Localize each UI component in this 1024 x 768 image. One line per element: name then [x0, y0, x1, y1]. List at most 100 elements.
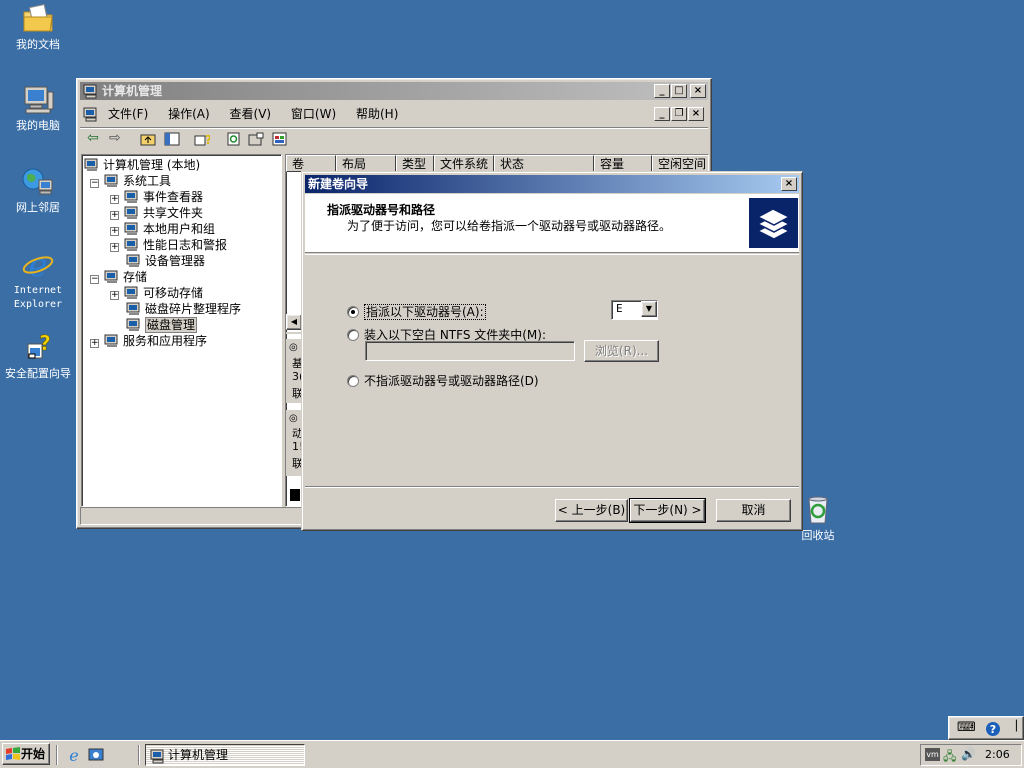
expand-icon[interactable]: + — [110, 243, 119, 252]
help-circle-icon[interactable]: ? — [985, 721, 1001, 737]
tree-item[interactable]: − 系统工具 — [90, 173, 171, 189]
no-letter-option[interactable]: 不指派驱动器号或驱动器路径(D) — [347, 372, 539, 389]
cancel-button[interactable]: 取消 — [716, 499, 791, 522]
wizard-close-button[interactable]: × — [781, 177, 797, 191]
menu-view[interactable]: 查看(V) — [222, 104, 280, 124]
column-header-capacity[interactable]: 容量 — [594, 155, 652, 172]
column-header-layout[interactable]: 布局 — [336, 155, 396, 172]
taskbar-button-label: 计算机管理 — [168, 748, 229, 762]
no-letter-radio[interactable] — [347, 375, 359, 387]
minimize-button[interactable]: _ — [654, 84, 670, 98]
expand-icon[interactable]: + — [110, 291, 119, 300]
up-folder-icon[interactable] — [140, 132, 156, 146]
tree-item[interactable]: 设备管理器 — [110, 253, 205, 269]
next-label: 下一步(N) > — [633, 503, 702, 517]
menu-help[interactable]: 帮助(H) — [348, 104, 406, 124]
column-header-type[interactable]: 类型 — [396, 155, 434, 172]
vmware-icon[interactable]: vm — [925, 748, 940, 761]
close-button[interactable]: × — [690, 84, 706, 98]
child-restore-button[interactable]: ❐ — [671, 107, 687, 121]
quicklaunch-desktop-icon[interactable] — [88, 747, 104, 763]
browse-button[interactable]: 浏览(R)... — [584, 340, 659, 362]
desktop-icon-label: 回收站 — [801, 529, 835, 542]
window-titlebar[interactable]: 计算机管理 _ □ × — [80, 82, 708, 100]
volume-icon[interactable]: 🔊 — [961, 747, 976, 761]
svg-text:e: e — [69, 747, 78, 763]
tree-node-icon — [104, 174, 120, 188]
computer-management-icon — [150, 749, 164, 764]
desktop-icon-my-computer[interactable]: 我的电脑 — [0, 84, 76, 132]
maximize-button[interactable]: □ — [671, 84, 687, 98]
collapse-icon[interactable]: − — [90, 275, 99, 284]
menu-bar: 文件(F) 操作(A) 查看(V) 窗口(W) 帮助(H) _ ❐ × — [80, 103, 708, 125]
mount-path-input[interactable] — [365, 341, 575, 361]
menu-action[interactable]: 操作(A) — [160, 104, 218, 124]
start-button[interactable]: 开始 — [2, 743, 50, 765]
tree-item[interactable]: + 本地用户和组 — [110, 221, 215, 237]
svg-text:?: ? — [990, 723, 996, 736]
tree-item[interactable]: + 共享文件夹 — [110, 205, 203, 221]
security-wizard-icon: ? — [27, 332, 51, 359]
svg-text:e: e — [29, 248, 48, 280]
child-close-button[interactable]: × — [688, 107, 704, 121]
no-letter-label: 不指派驱动器号或驱动器路径(D) — [364, 374, 539, 388]
assign-letter-radio[interactable] — [347, 306, 359, 318]
column-header-volume[interactable]: 卷 — [286, 155, 336, 172]
menu-file[interactable]: 文件(F) — [100, 104, 156, 124]
show-hide-tree-icon[interactable] — [164, 132, 180, 146]
toolbar-chevron-icon[interactable]: ▕ — [1009, 721, 1017, 732]
tree-item[interactable]: 磁盘碎片整理程序 — [110, 301, 241, 317]
desktop-icon-network[interactable]: 网上邻居 — [0, 166, 76, 214]
column-header-free-space[interactable]: 空闲空间 — [652, 155, 708, 172]
column-header-filesystem[interactable]: 文件系统 — [434, 155, 494, 172]
expand-icon[interactable]: + — [90, 339, 99, 348]
refresh-icon[interactable] — [226, 132, 242, 146]
keyboard-icon[interactable]: ⌨ — [957, 720, 976, 735]
desktop-icon-internet-explorer[interactable]: e Internet Explorer — [0, 248, 76, 311]
clock[interactable]: 2:06 — [985, 748, 1010, 761]
tree-item[interactable]: + 事件查看器 — [110, 189, 203, 205]
column-header-status[interactable]: 状态 — [494, 155, 594, 172]
expand-icon[interactable]: + — [110, 227, 119, 236]
tree-item[interactable]: + 服务和应用程序 — [90, 333, 207, 349]
tree-item[interactable]: 计算机管理 (本地) — [84, 157, 200, 173]
tree-item[interactable]: − 存储 — [90, 269, 147, 285]
windows-logo-icon — [6, 747, 20, 760]
collapse-icon[interactable]: − — [90, 179, 99, 188]
tree-item[interactable]: + 性能日志和警报 — [110, 237, 227, 253]
properties-icon[interactable] — [248, 132, 264, 146]
taskbar-button-computer-management[interactable]: 计算机管理 — [145, 744, 305, 766]
quicklaunch-ie-icon[interactable]: e — [66, 747, 82, 763]
network-connection-icon[interactable]: 🖧 — [943, 747, 956, 768]
wizard-titlebar[interactable]: 新建卷向导 × — [305, 175, 799, 193]
expand-icon[interactable]: + — [110, 195, 119, 204]
drive-letter-select[interactable]: E ▼ — [611, 300, 658, 320]
desktop-icon-security-wizard[interactable]: ? 安全配置向导 — [0, 332, 76, 380]
export-list-icon[interactable] — [272, 132, 288, 146]
expand-icon[interactable]: + — [110, 211, 119, 220]
mount-folder-radio[interactable] — [347, 329, 359, 341]
chevron-down-icon[interactable]: ▼ — [641, 301, 657, 317]
wizard-title: 新建卷向导 — [308, 177, 369, 191]
browse-label: 浏览(R)... — [594, 344, 649, 358]
tree-node-icon — [104, 270, 120, 284]
back-button[interactable]: < 上一步(B) — [555, 499, 628, 522]
svg-text:?: ? — [205, 133, 210, 146]
desktop-icon-label: 网上邻居 — [16, 201, 60, 214]
tree-item[interactable]: + 可移动存储 — [110, 285, 203, 301]
tree-item-label: 可移动存储 — [143, 286, 204, 300]
back-icon[interactable]: ⇦ — [87, 130, 99, 146]
desktop-icon-my-documents[interactable]: 我的文档 — [0, 3, 76, 51]
child-minimize-button[interactable]: _ — [654, 107, 670, 121]
toolbar: ⇦ ⇨ ? — [80, 127, 708, 151]
tree-item[interactable]: 磁盘管理 — [110, 317, 198, 333]
assign-letter-option[interactable]: 指派以下驱动器号(A): — [347, 303, 486, 320]
next-button[interactable]: 下一步(N) > — [629, 498, 706, 523]
forward-icon[interactable]: ⇨ — [109, 130, 121, 146]
menu-window[interactable]: 窗口(W) — [283, 104, 344, 124]
desktop-icon-label: 我的文档 — [16, 38, 60, 51]
help-icon[interactable]: ? — [194, 132, 210, 146]
scroll-left-button[interactable]: ◀ — [286, 314, 302, 330]
internet-explorer-icon: e — [22, 248, 54, 280]
network-icon — [22, 168, 53, 195]
